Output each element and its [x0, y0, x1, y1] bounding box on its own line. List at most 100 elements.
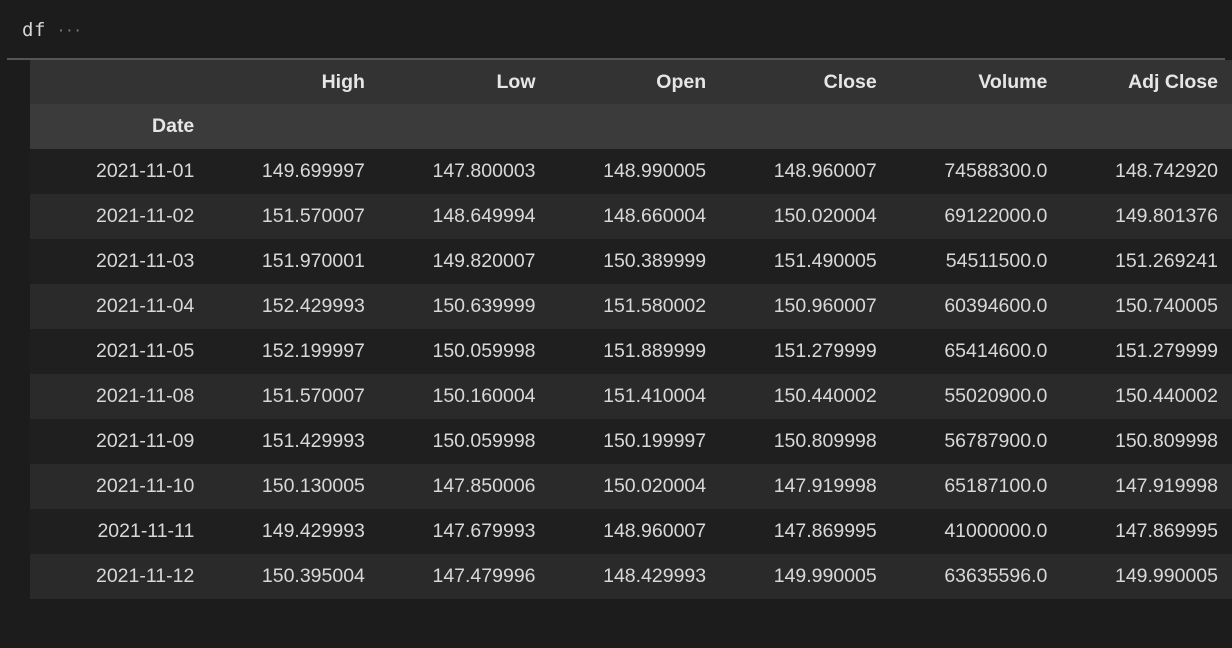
table-cell: 151.970001 [208, 239, 379, 284]
table-cell: 65187100.0 [890, 464, 1062, 509]
table-cell: 150.059998 [378, 329, 550, 374]
index-row-spacer [1061, 104, 1232, 149]
table-cell: 151.580002 [549, 284, 721, 329]
table-cell: 152.429993 [208, 284, 379, 329]
column-header-open[interactable]: Open [549, 60, 721, 104]
table-cell: 148.429993 [549, 554, 721, 599]
table-cell: 56787900.0 [890, 419, 1062, 464]
table-row[interactable]: 2021-11-08 151.570007 150.160004 151.410004… [30, 374, 1232, 419]
more-options-ellipsis-icon[interactable]: ··· [58, 21, 83, 40]
table-cell: 150.020004 [720, 194, 891, 239]
index-name-row: Date [30, 104, 1232, 149]
table-cell: 147.479996 [378, 554, 550, 599]
table-row[interactable]: 2021-11-02 151.570007 148.649994 148.660004… [30, 194, 1232, 239]
table-row[interactable]: 2021-11-03 151.970001 149.820007 150.389999… [30, 239, 1232, 284]
table-cell: 54511500.0 [890, 239, 1062, 284]
table-cell: 151.429993 [208, 419, 379, 464]
table-cell: 150.199997 [549, 419, 721, 464]
table-row[interactable]: 2021-11-05 152.199997 150.059998 151.889999… [30, 329, 1232, 374]
table-cell: 65414600.0 [890, 329, 1062, 374]
table-cell: 148.960007 [720, 149, 891, 194]
dataframe-head: High Low Open Close Volume Adj Close Date [30, 60, 1232, 149]
index-row-spacer [549, 104, 721, 149]
output-cell-header: df ··· [0, 0, 1232, 60]
table-cell: 151.269241 [1061, 239, 1232, 284]
column-header-low[interactable]: Low [378, 60, 550, 104]
table-cell: 151.410004 [549, 374, 721, 419]
table-cell: 60394600.0 [890, 284, 1062, 329]
dataframe-body: 2021-11-01 149.699997 147.800003 148.990005… [30, 149, 1232, 599]
table-row[interactable]: 2021-11-10 150.130005 147.850006 150.020004… [30, 464, 1232, 509]
table-cell: 150.059998 [378, 419, 550, 464]
row-index-cell: 2021-11-12 [30, 554, 209, 599]
table-row[interactable]: 2021-11-04 152.429993 150.639999 151.580002… [30, 284, 1232, 329]
index-row-spacer [378, 104, 550, 149]
table-cell: 147.679993 [378, 509, 550, 554]
row-index-cell: 2021-11-01 [30, 149, 209, 194]
table-cell: 151.570007 [208, 194, 379, 239]
table-cell: 147.869995 [720, 509, 891, 554]
table-cell: 149.699997 [208, 149, 379, 194]
table-cell: 150.395004 [208, 554, 379, 599]
index-row-spacer [890, 104, 1062, 149]
row-index-cell: 2021-11-08 [30, 374, 209, 419]
column-header-close[interactable]: Close [720, 60, 891, 104]
table-cell: 149.801376 [1061, 194, 1232, 239]
row-index-cell: 2021-11-09 [30, 419, 209, 464]
table-cell: 150.440002 [720, 374, 891, 419]
table-cell: 151.279999 [1061, 329, 1232, 374]
table-cell: 150.960007 [720, 284, 891, 329]
table-cell: 150.020004 [549, 464, 721, 509]
table-cell: 150.809998 [720, 419, 891, 464]
table-cell: 148.960007 [549, 509, 721, 554]
table-cell: 148.660004 [549, 194, 721, 239]
table-cell: 150.440002 [1061, 374, 1232, 419]
table-cell: 150.389999 [549, 239, 721, 284]
row-index-cell: 2021-11-04 [30, 284, 209, 329]
table-cell: 63635596.0 [890, 554, 1062, 599]
table-cell: 151.279999 [720, 329, 891, 374]
table-row[interactable]: 2021-11-01 149.699997 147.800003 148.990005… [30, 149, 1232, 194]
table-cell: 74588300.0 [890, 149, 1062, 194]
table-cell: 147.919998 [720, 464, 891, 509]
table-cell: 147.869995 [1061, 509, 1232, 554]
row-index-cell: 2021-11-05 [30, 329, 209, 374]
table-row[interactable]: 2021-11-12 150.395004 147.479996 148.429993… [30, 554, 1232, 599]
table-cell: 151.889999 [549, 329, 721, 374]
table-cell: 147.800003 [378, 149, 550, 194]
table-cell: 151.570007 [208, 374, 379, 419]
row-index-cell: 2021-11-03 [30, 239, 209, 284]
table-cell: 152.199997 [208, 329, 379, 374]
table-cell: 151.490005 [720, 239, 891, 284]
variable-name-label: df [22, 19, 46, 41]
table-row[interactable]: 2021-11-09 151.429993 150.059998 150.199997… [30, 419, 1232, 464]
table-cell: 148.742920 [1061, 149, 1232, 194]
table-cell: 150.160004 [378, 374, 550, 419]
column-header-high[interactable]: High [208, 60, 379, 104]
table-cell: 150.639999 [378, 284, 550, 329]
table-cell: 69122000.0 [890, 194, 1062, 239]
table-cell: 150.740005 [1061, 284, 1232, 329]
table-cell: 148.990005 [549, 149, 721, 194]
table-cell: 148.649994 [378, 194, 550, 239]
row-index-cell: 2021-11-10 [30, 464, 209, 509]
column-header-row: High Low Open Close Volume Adj Close [30, 60, 1232, 104]
table-cell: 149.990005 [1061, 554, 1232, 599]
column-header-corner [30, 60, 209, 104]
column-header-adj-close[interactable]: Adj Close [1061, 60, 1232, 104]
table-row[interactable]: 2021-11-11 149.429993 147.679993 148.960007… [30, 509, 1232, 554]
index-name-label: Date [30, 104, 209, 149]
table-cell: 149.820007 [378, 239, 550, 284]
table-cell: 147.919998 [1061, 464, 1232, 509]
dataframe-scroll-container[interactable]: High Low Open Close Volume Adj Close Date 202… [0, 60, 1232, 648]
table-cell: 147.850006 [378, 464, 550, 509]
dataframe-table: High Low Open Close Volume Adj Close Date 202… [30, 60, 1232, 599]
column-header-volume[interactable]: Volume [890, 60, 1062, 104]
table-cell: 55020900.0 [890, 374, 1062, 419]
table-cell: 150.130005 [208, 464, 379, 509]
index-row-spacer [208, 104, 379, 149]
table-cell: 149.990005 [720, 554, 891, 599]
table-cell: 149.429993 [208, 509, 379, 554]
row-index-cell: 2021-11-02 [30, 194, 209, 239]
table-cell: 41000000.0 [890, 509, 1062, 554]
